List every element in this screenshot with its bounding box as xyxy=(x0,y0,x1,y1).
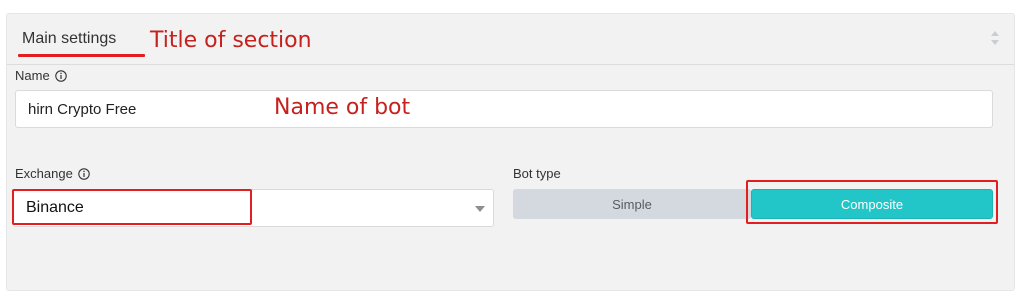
name-label-text: Name xyxy=(15,68,50,83)
exchange-label: Exchange xyxy=(15,166,90,181)
bot-name-input[interactable]: hirn Crypto Free xyxy=(15,90,993,128)
section-header: Main settings Title of section xyxy=(7,14,1014,65)
tab-main-settings[interactable]: Main settings xyxy=(22,30,116,48)
exchange-label-text: Exchange xyxy=(15,166,73,181)
info-icon[interactable] xyxy=(54,69,67,82)
chevron-down-icon[interactable] xyxy=(475,206,485,212)
bot-type-label: Bot type xyxy=(513,166,561,181)
exchange-select[interactable]: Binance xyxy=(13,189,494,227)
bot-name-value: hirn Crypto Free xyxy=(28,100,137,118)
annotation-name-of-bot: Name of bot xyxy=(274,95,411,120)
exchange-selected-value: Binance xyxy=(26,199,84,216)
info-icon[interactable] xyxy=(78,167,90,180)
bot-type-composite-button[interactable]: Composite xyxy=(751,189,993,219)
main-settings-panel: Main settings Title of section xyxy=(6,13,1015,291)
annotation-title-of-section: Title of section xyxy=(150,28,312,53)
bot-type-simple-button[interactable]: Simple xyxy=(513,189,751,219)
bot-type-label-text: Bot type xyxy=(513,166,561,181)
name-label: Name xyxy=(15,68,67,83)
sort-icon[interactable] xyxy=(989,29,1001,47)
tab-active-underline xyxy=(18,54,145,57)
